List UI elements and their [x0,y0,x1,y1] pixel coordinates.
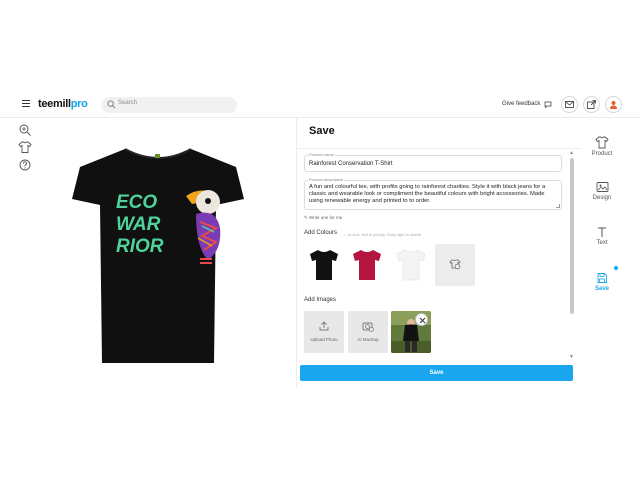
remove-photo-button[interactable] [415,313,428,326]
description-line-1: A fun and colourful tee, with profits go… [309,184,546,190]
description-line-3: using renewable energy and printed to to… [309,198,431,204]
side-tab-product-label: Product [591,151,613,157]
side-rail: Product Design Text Save [580,118,624,388]
save-panel: Save Product name Rainforest Conservatio… [296,118,581,388]
product-name-label: Product name [308,152,335,157]
side-tab-design[interactable]: Design [580,181,624,201]
logo-main: teemill [38,98,71,110]
upload-photo-button[interactable]: Upload Photo [304,311,344,353]
print-line-3: RIOR [116,236,164,257]
scrollbar[interactable]: ▲ ▼ [569,150,575,362]
ai-mockup-icon [362,322,374,332]
write-one-for-me-label: Write one for me [309,215,343,220]
share-button[interactable] [583,96,600,113]
side-tab-text-label: Text [596,240,608,246]
ai-mockup-label: AI Mockup [357,337,379,342]
colour-swatch-black[interactable] [304,244,344,286]
scroll-down-icon[interactable]: ▼ [569,354,574,360]
close-icon [419,317,426,324]
side-tab-save[interactable]: Save [580,272,624,292]
product-name-value: Rainforest Conservation T-Shirt [309,161,393,167]
logo[interactable]: teemillpro [38,98,88,110]
account-button[interactable] [605,96,622,113]
share-icon [587,100,596,109]
colour-swatch-red[interactable] [347,244,387,286]
tshirt-preview[interactable]: ECO WAR RIOR [70,145,246,367]
help-icon[interactable] [18,158,32,172]
top-bar: teemillpro Search Give feedback [0,92,640,118]
add-colour-icon [449,259,461,270]
panel-title: Save [309,125,335,137]
search-placeholder: Search [118,100,138,106]
search-icon [107,100,116,109]
ai-mockup-button[interactable]: AI Mockup [348,311,388,353]
side-tab-save-label: Save [594,286,609,292]
search-input[interactable]: Search [101,97,237,113]
add-colours-label: Add Colours [304,230,338,236]
product-description-field[interactable]: Product description A fun and colourful … [304,177,562,210]
save-button[interactable]: Save [300,365,573,381]
description-line-2: classic and wearable look or compliment … [309,191,545,197]
upload-icon [319,321,329,331]
product-description-label: Product description [308,177,345,182]
print-line-2: WAR [116,214,161,235]
colour-swatch-white[interactable] [391,244,431,286]
side-tab-design-label: Design [592,195,612,201]
mail-button[interactable] [561,96,578,113]
notification-dot [614,266,618,270]
print-line-1: ECO [116,192,157,213]
resize-handle[interactable] [556,204,560,208]
scrollbar-thumb[interactable] [570,158,574,314]
product-name-field[interactable]: Product name Rainforest Conservation T-S… [304,152,562,172]
add-colour-button[interactable] [435,244,475,286]
side-tab-product[interactable]: Product [580,136,624,157]
add-images-label: Add Images [304,297,337,303]
give-feedback-link[interactable]: Give feedback [502,101,540,107]
upload-photo-label: Upload Photo [310,337,338,342]
menu-icon[interactable] [22,100,30,108]
tshirt-icon [595,136,609,149]
write-one-for-me-link[interactable]: ✎ Write one for me [304,215,342,221]
zoom-in-icon[interactable] [18,123,32,137]
tshirt-outline-icon[interactable] [18,140,32,154]
add-colours-hint: — to sort, first is priority. Drag right… [343,232,421,237]
account-icon [610,101,617,109]
image-icon [596,182,608,192]
text-icon [598,227,606,237]
logo-pro: pro [70,98,88,110]
scroll-up-icon[interactable]: ▲ [569,150,574,156]
mail-icon [565,101,574,108]
save-icon [597,273,607,283]
feedback-icon[interactable] [544,101,552,108]
side-tab-text[interactable]: Text [580,226,624,246]
